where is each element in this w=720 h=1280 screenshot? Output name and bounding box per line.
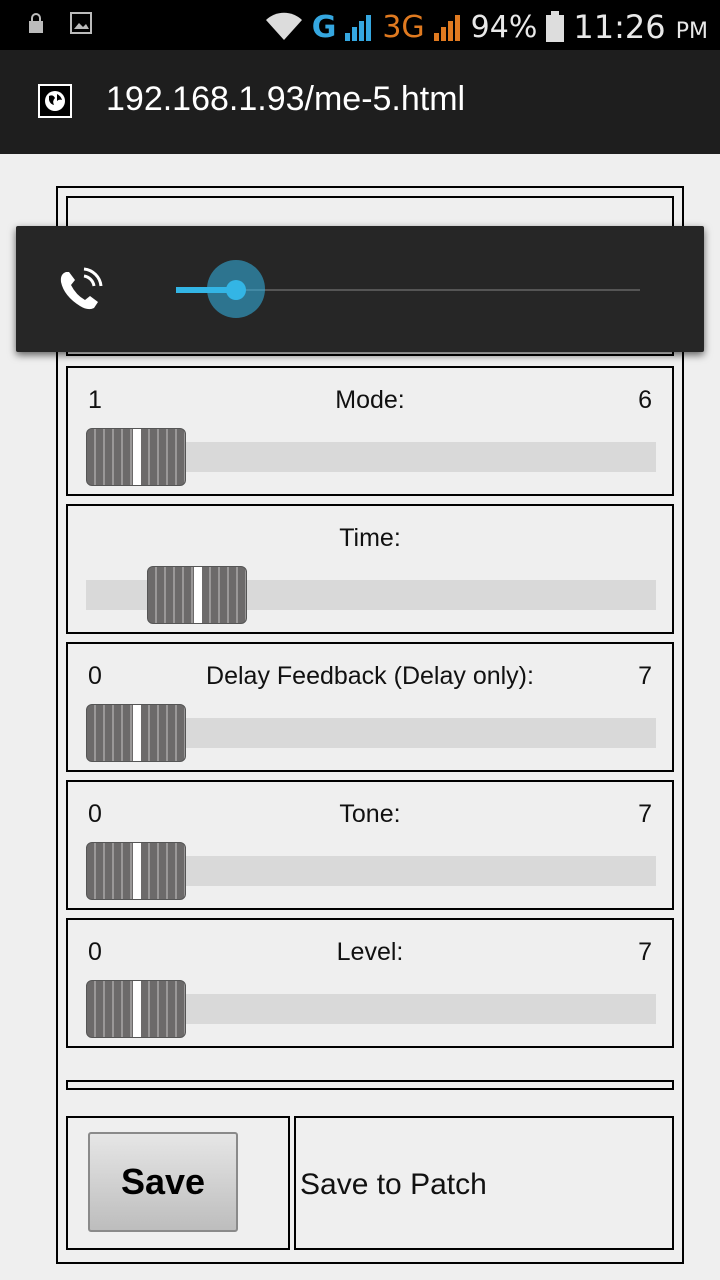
slider-panel: 0 Delay Feedback (Delay only): 7 [66, 642, 674, 772]
phone-volume-icon [60, 267, 103, 310]
slider-label: Level: [336, 938, 404, 966]
slider-panel: Time: [66, 504, 674, 634]
signal-icon [345, 15, 372, 41]
clock: 11:26 PM [573, 8, 708, 46]
network-g-indicator: G [311, 9, 337, 45]
save-button[interactable]: Save [88, 1132, 238, 1232]
slider-label: Time: [339, 524, 401, 552]
slider-thumb[interactable] [86, 842, 186, 900]
slider-panel: 0 Tone: 7 [66, 780, 674, 910]
wifi-icon [265, 12, 302, 41]
slider-thumb[interactable] [86, 704, 186, 762]
lock-icon [29, 13, 43, 33]
slider-max-label: 7 [638, 938, 652, 966]
slider-max-label: 7 [638, 800, 652, 828]
clock-ampm: PM [675, 19, 708, 44]
volume-overlay[interactable] [16, 226, 704, 352]
save-cell: Save [66, 1116, 290, 1250]
browser-url-bar[interactable]: 192.168.1.93/me-5.html [0, 50, 720, 154]
status-bar: G 3G 94% 11:26 PM [0, 0, 720, 50]
signal-3g-icon [433, 15, 460, 41]
slider-max-label: 6 [638, 386, 652, 414]
slider-thumb[interactable] [147, 566, 248, 624]
battery-icon [546, 11, 565, 42]
slider-panel: 0 Level: 7 [66, 918, 674, 1048]
url-text[interactable]: 192.168.1.93/me-5.html [106, 80, 465, 119]
slider-thumb[interactable] [86, 980, 186, 1038]
image-icon [70, 12, 92, 34]
slider-label: Delay Feedback (Delay only): [206, 662, 534, 690]
slider-max-label: 7 [638, 662, 652, 690]
clock-time: 11:26 [573, 8, 666, 46]
network-3g-indicator: 3G [382, 9, 425, 45]
globe-icon [38, 84, 72, 118]
save-to-patch-label: Save to Patch [300, 1168, 487, 1201]
slider-label: Mode: [335, 386, 405, 414]
section-divider [66, 1080, 674, 1090]
battery-percent: 94% [470, 9, 538, 45]
slider-label: Tone: [339, 800, 401, 828]
slider-panel: 1 Mode: 6 [66, 366, 674, 496]
slider-thumb[interactable] [86, 428, 186, 486]
patch-cell: Save to Patch [294, 1116, 674, 1250]
